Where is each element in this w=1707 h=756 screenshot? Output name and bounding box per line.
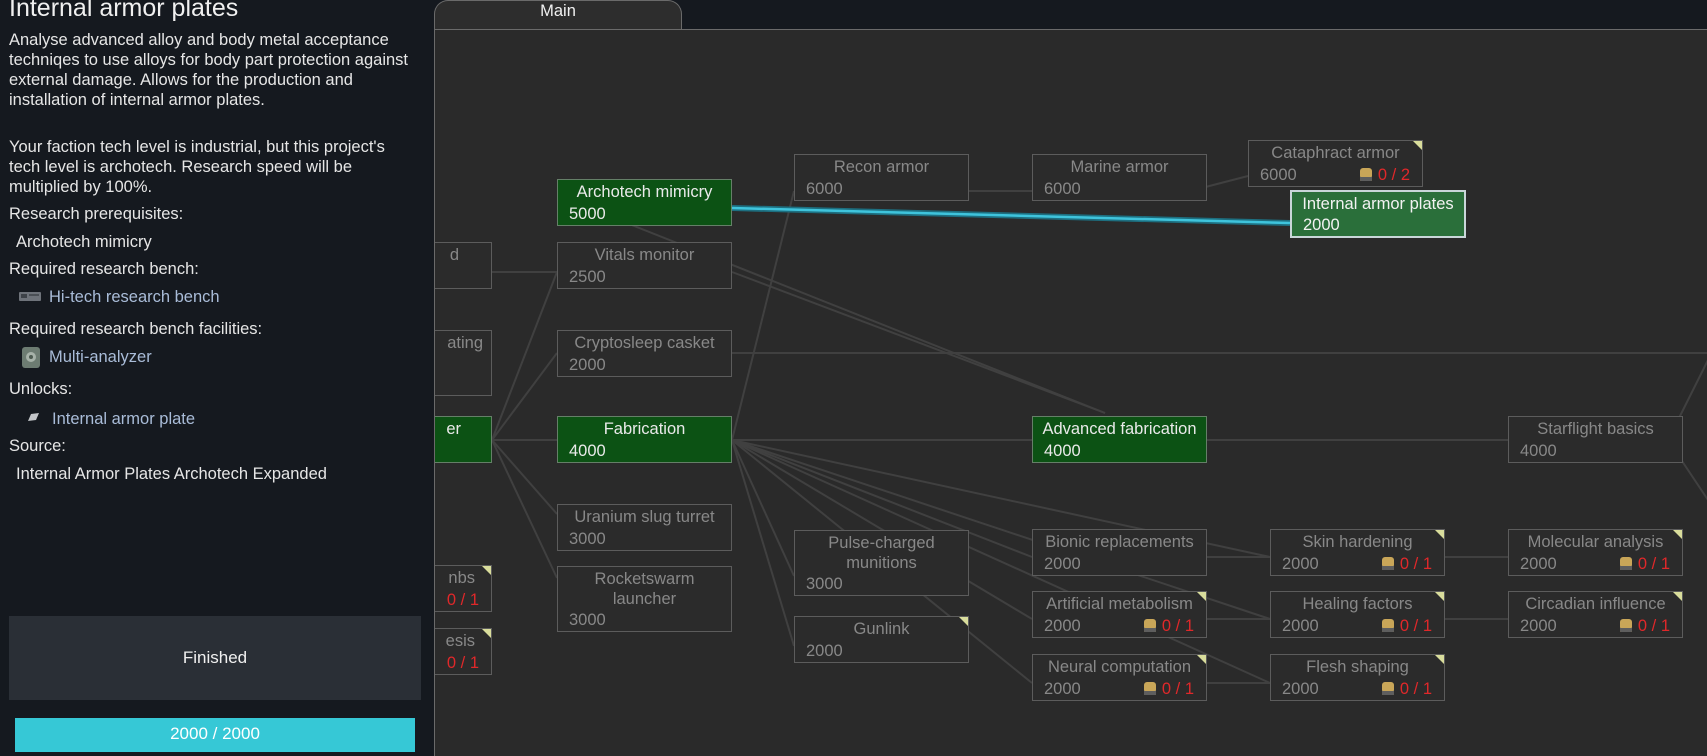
tab-main[interactable]: Main — [434, 0, 682, 30]
research-bench-icon — [19, 292, 41, 301]
finished-button[interactable]: Finished — [9, 616, 421, 700]
tree-node-archotech-mimicry[interactable]: Archotech mimicry 5000 — [557, 179, 732, 226]
tree-node-partial-3[interactable]: er — [435, 416, 492, 463]
tree-node-bionic-replacements[interactable]: Bionic replacements 2000 — [1032, 529, 1207, 576]
prerequisites-label: Research prerequisites: — [9, 205, 184, 223]
tree-node-fabrication[interactable]: Fabrication 4000 — [557, 416, 732, 463]
research-progress-bar: 2000 / 2000 — [9, 712, 421, 754]
project-description: Analyse advanced alloy and body metal ac… — [9, 31, 408, 109]
tree-node-marine-armor[interactable]: Marine armor 6000 — [1032, 154, 1207, 201]
tree-node-circadian-influence[interactable]: Circadian influence 2000 0 / 1 — [1508, 591, 1683, 638]
tree-node-flesh-shaping[interactable]: Flesh shaping 2000 0 / 1 — [1270, 654, 1445, 701]
tree-node-healing-factors[interactable]: Healing factors 2000 0 / 1 — [1270, 591, 1445, 638]
unlocks-label: Unlocks: — [9, 380, 73, 398]
tree-node-partial-1[interactable]: d — [435, 242, 492, 289]
finished-label: Finished — [182, 648, 248, 667]
bench-label: Required research bench: — [9, 260, 199, 278]
tree-node-cataphract-armor[interactable]: Cataphract armor 6000 0 / 2 — [1248, 140, 1423, 187]
tree-node-vitals-monitor[interactable]: Vitals monitor 2500 — [557, 242, 732, 289]
tree-node-neural-computation[interactable]: Neural computation 2000 0 / 1 — [1032, 654, 1207, 701]
tree-connections — [491, 175, 1707, 684]
source-value: Internal Armor Plates Archotech Expanded — [16, 465, 327, 483]
tree-node-internal-armor-plates[interactable]: Internal armor plates 2000 — [1290, 190, 1466, 238]
tree-node-skin-hardening[interactable]: Skin hardening 2000 0 / 1 — [1270, 529, 1445, 576]
armor-plate-icon — [28, 413, 39, 421]
tree-node-starflight-basics[interactable]: Starflight basics 4000 — [1508, 416, 1683, 463]
research-tree-canvas[interactable]: d ating er nbs 0 / 1 esis 0 / 1 Archotec… — [434, 29, 1707, 756]
multi-analyzer-icon — [22, 347, 40, 368]
tree-node-cryptosleep-casket[interactable]: Cryptosleep casket 2000 — [557, 330, 732, 377]
tree-node-partial-5[interactable]: esis 0 / 1 — [435, 628, 492, 675]
multi-analyzer-link[interactable]: Multi-analyzer — [49, 348, 152, 367]
tree-node-artificial-metabolism[interactable]: Artificial metabolism 2000 0 / 1 — [1032, 591, 1207, 638]
tree-node-molecular-analysis[interactable]: Molecular analysis 2000 0 / 1 — [1508, 529, 1683, 576]
unlock-item-link[interactable]: Internal armor plate — [52, 410, 195, 429]
project-title: Internal armor plates — [9, 0, 239, 22]
prerequisite-value: Archotech mimicry — [16, 233, 152, 251]
source-label: Source: — [9, 437, 66, 455]
tech-level-note: Your faction tech level is industrial, b… — [9, 138, 385, 196]
tree-node-advanced-fabrication[interactable]: Advanced fabrication 4000 — [1032, 416, 1207, 463]
progress-text: 2000 / 2000 — [170, 724, 260, 743]
research-bench-link[interactable]: Hi-tech research bench — [49, 288, 220, 307]
facilities-label: Required research bench facilities: — [9, 320, 263, 338]
tree-node-pulse-charged-munitions[interactable]: Pulse-charged munitions 3000 — [794, 530, 969, 596]
tree-node-recon-armor[interactable]: Recon armor 6000 — [794, 154, 969, 201]
tree-node-gunlink[interactable]: Gunlink 2000 — [794, 616, 969, 663]
tree-node-uranium-slug-turret[interactable]: Uranium slug turret 3000 — [557, 504, 732, 551]
research-detail-panel: Internal armor plates Analyse advanced a… — [0, 0, 433, 756]
tree-node-partial-2[interactable]: ating — [435, 330, 492, 396]
tree-node-partial-4[interactable]: nbs 0 / 1 — [435, 565, 492, 612]
tree-node-rocketswarm-launcher[interactable]: Rocketswarm launcher 3000 — [557, 566, 732, 632]
